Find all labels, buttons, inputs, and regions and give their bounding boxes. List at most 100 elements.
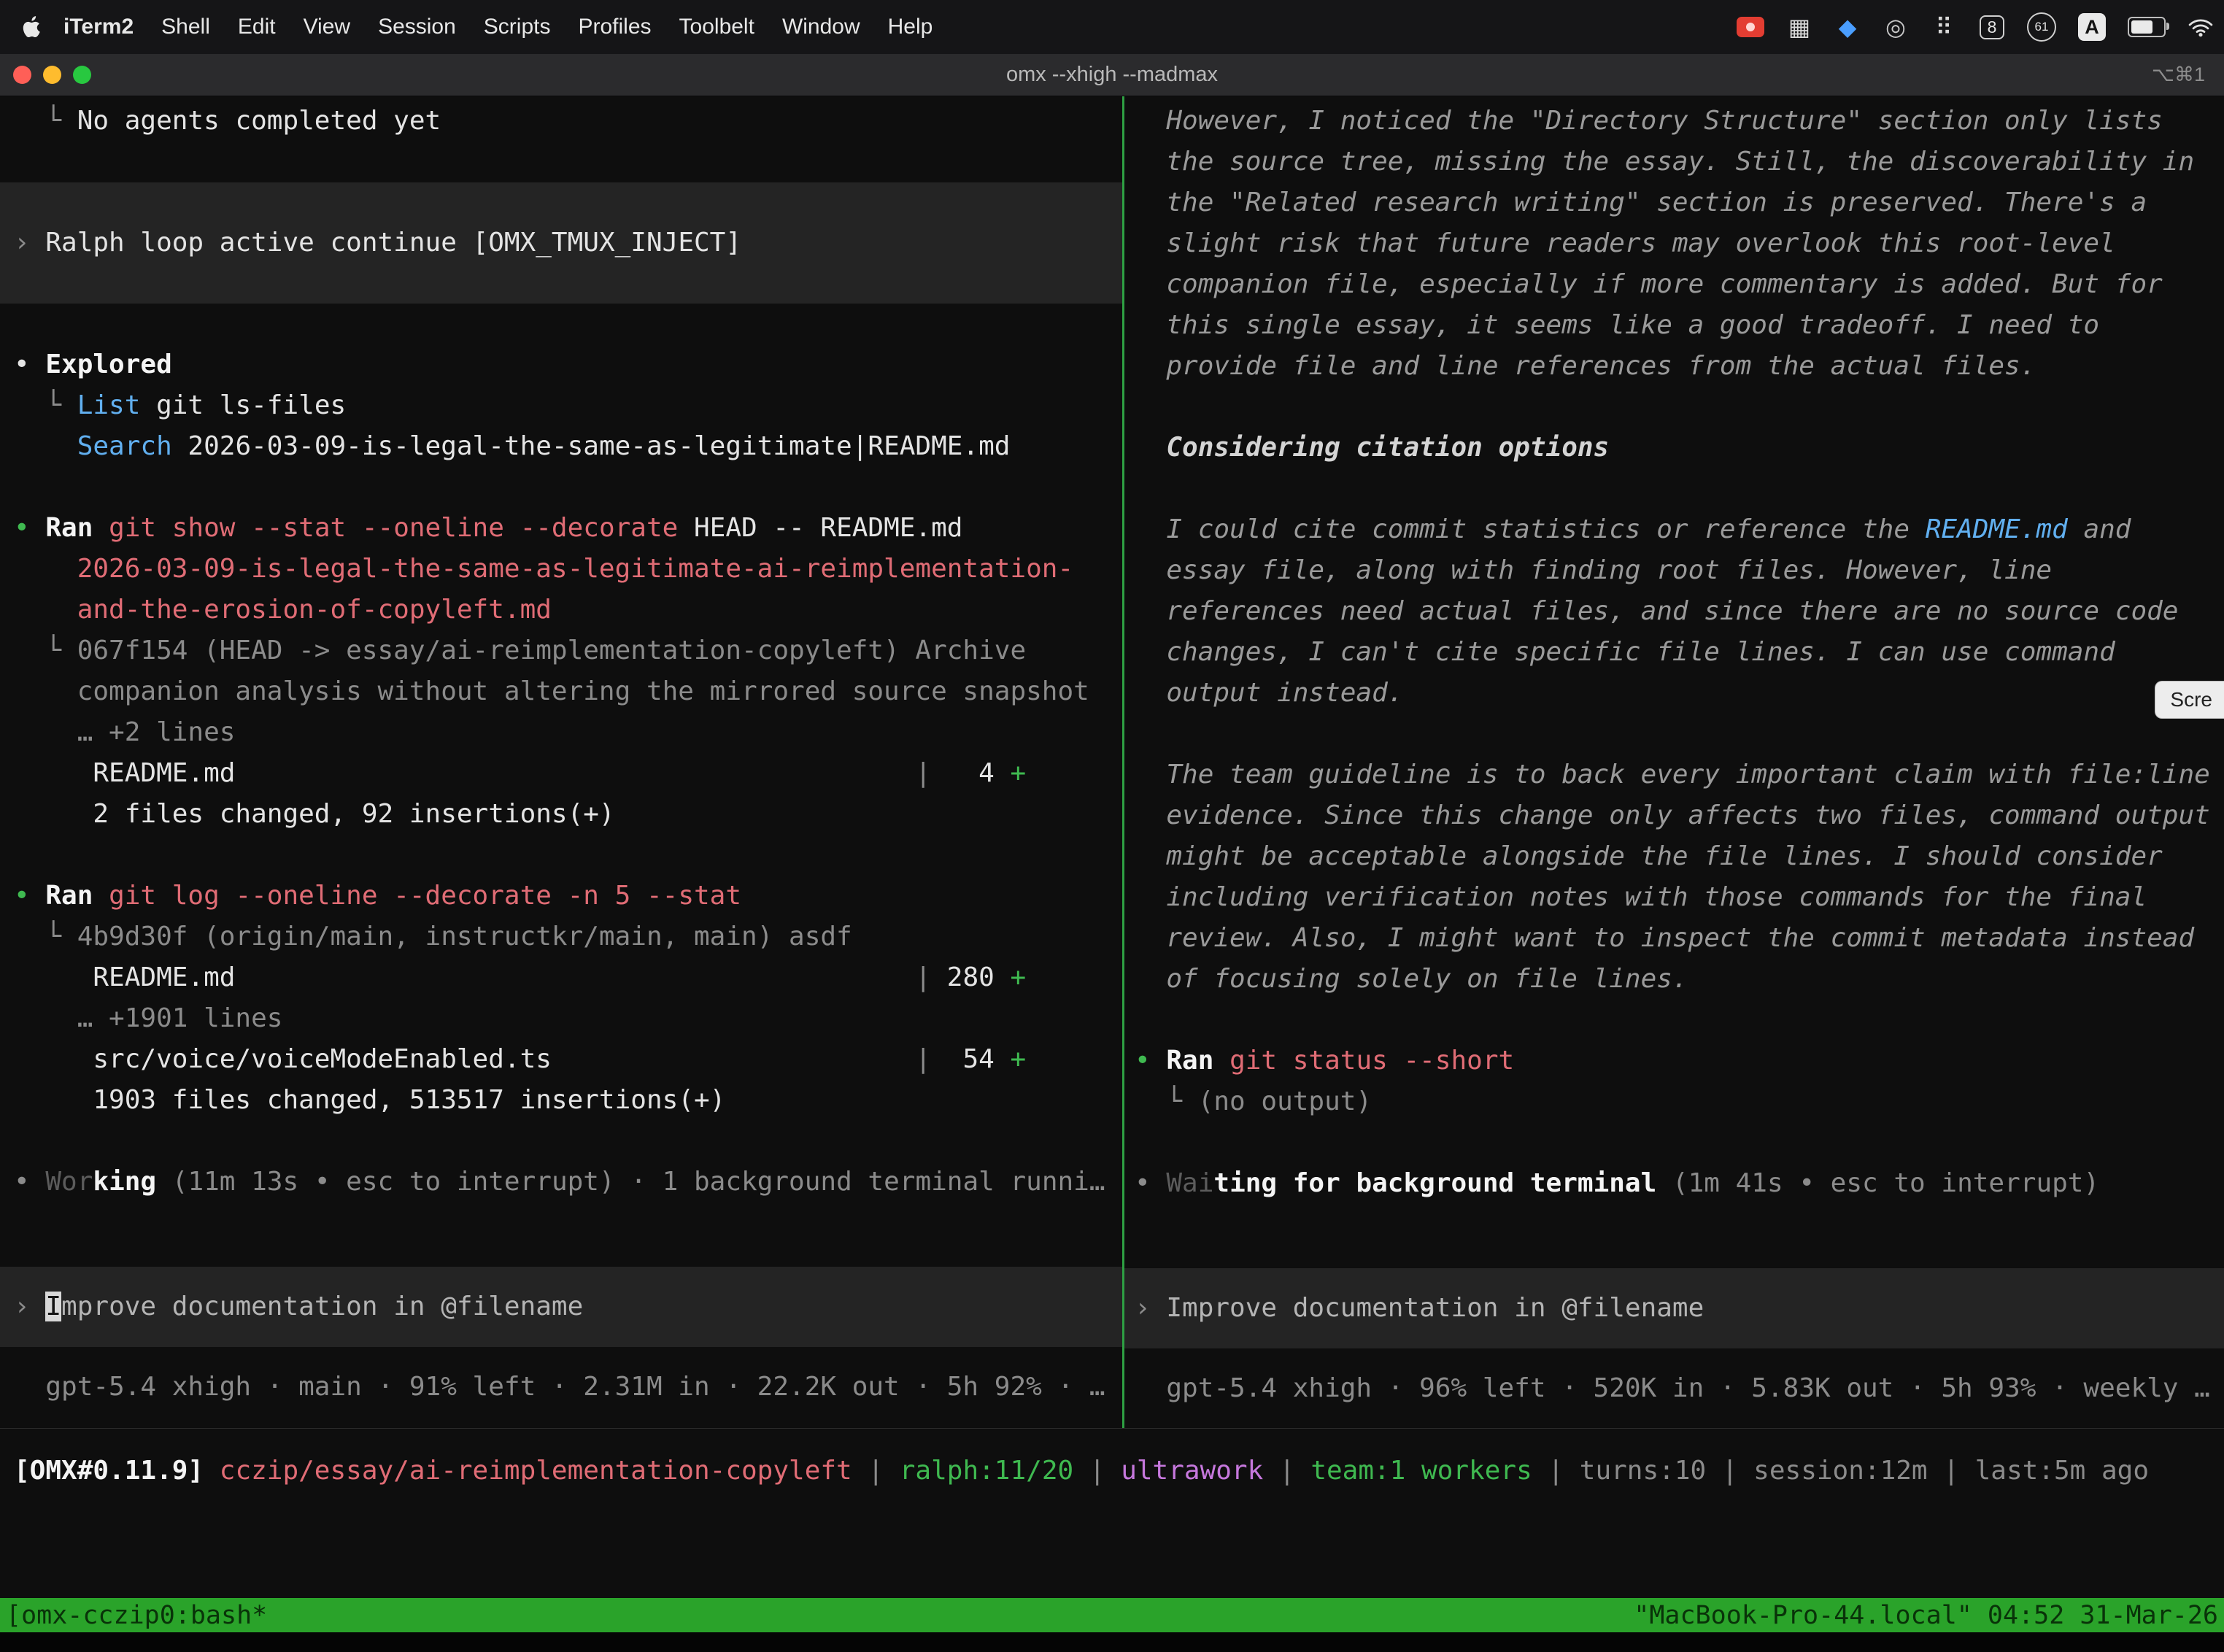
screen-recording-icon[interactable] (1737, 10, 1764, 44)
terminal-line: └ List git ls-files (0, 385, 1122, 426)
window-title-bar: omx --xhigh --madmax ⌥⌘1 (0, 54, 2224, 96)
terminal-line: Search 2026-03-09-is-legal-the-same-as-l… (0, 426, 1122, 467)
battery-percent-badge[interactable]: 61 (2027, 10, 2056, 44)
tmux-host-clock: "MacBook-Pro-44.local" 04:52 31-Mar-26 (1634, 1601, 2218, 1630)
menu-item-session[interactable]: Session (364, 0, 470, 54)
right-pane-log: However, I noticed the "Directory Struct… (1124, 101, 2224, 1204)
ralph-loop-banner: › Ralph loop active continue [OMX_TMUX_I… (0, 182, 1122, 304)
terminal-line: this single essay, it seems like a good … (1124, 305, 2224, 346)
wifi-icon[interactable] (2188, 10, 2214, 44)
terminal-line (0, 835, 1122, 876)
terminal-line (1124, 468, 2224, 509)
terminal-line: 1903 files changed, 513517 insertions(+) (0, 1080, 1122, 1121)
terminal-line: … +2 lines (0, 712, 1122, 753)
menu-item-list: ShellEditViewSessionScriptsProfilesToolb… (147, 0, 946, 54)
terminal-line: [OMX#0.11.9] cczip/essay/ai-reimplementa… (0, 1451, 2224, 1491)
terminal-line: … +1901 lines (0, 998, 1122, 1039)
prompt-input-right[interactable]: › Improve documentation in @filename (1124, 1268, 2224, 1348)
apple-menu-icon[interactable] (19, 12, 44, 42)
terminal-line: However, I noticed the "Directory Struct… (1124, 101, 2224, 142)
terminal-line: › Improve documentation in @filename (1124, 1288, 2224, 1329)
menu-item-scripts[interactable]: Scripts (470, 0, 565, 54)
window-title: omx --xhigh --madmax (0, 63, 2224, 87)
menu-item-toolbelt[interactable]: Toolbelt (665, 0, 768, 54)
terminal-line: • Waiting for background terminal (1m 41… (1124, 1163, 2224, 1204)
terminal-line: • Ran git show --stat --oneline --decora… (0, 508, 1122, 549)
terminal-line: └ 067f154 (HEAD -> essay/ai-reimplementa… (0, 630, 1122, 671)
menu-item-edit[interactable]: Edit (224, 0, 290, 54)
terminal-line: evidence. Since this change only affects… (1124, 795, 2224, 836)
terminal-pane-right[interactable]: However, I noticed the "Directory Struct… (1124, 96, 2224, 1428)
terminal-line: README.md | 4 + (0, 753, 1122, 794)
terminal-line: gpt-5.4 xhigh · 96% left · 520K in · 5.8… (1124, 1368, 2224, 1409)
keyboard-layout-icon[interactable]: A (2078, 10, 2106, 44)
omx-status-bar: [OMX#0.11.9] cczip/essay/ai-reimplementa… (0, 1428, 2224, 1598)
terminal-area: └ No agents completed yet › Ralph loop a… (0, 96, 2224, 1428)
terminal-line: › Ralph loop active continue [OMX_TMUX_I… (0, 223, 1122, 263)
left-pane-status-line: gpt-5.4 xhigh · main · 91% left · 2.31M … (0, 1367, 1122, 1408)
terminal-line: review. Also, I might want to inspect th… (1124, 918, 2224, 959)
terminal-line (0, 1121, 1122, 1162)
terminal-line: └ (no output) (1124, 1081, 2224, 1122)
terminal-line: and-the-erosion-of-copyleft.md (0, 590, 1122, 630)
terminal-line: of focusing solely on file lines. (1124, 959, 2224, 1000)
terminal-line: the "Related research writing" section i… (1124, 182, 2224, 223)
tmux-session-label: [omx-cczip0:bash* (6, 1601, 267, 1630)
terminal-line: Considering citation options (1124, 428, 2224, 468)
menu-item-window[interactable]: Window (768, 0, 874, 54)
terminal-line (1124, 1122, 2224, 1163)
terminal-line: README.md | 280 + (0, 957, 1122, 998)
terminal-line: references need actual files, and since … (1124, 591, 2224, 632)
terminal-line: companion analysis without altering the … (0, 671, 1122, 712)
terminal-line: • Explored (0, 344, 1122, 385)
app-icon-dark[interactable]: ◎ (1883, 10, 1909, 44)
terminal-line: 2 files changed, 92 insertions(+) (0, 794, 1122, 835)
terminal-line (1124, 1000, 2224, 1041)
menu-item-profiles[interactable]: Profiles (564, 0, 665, 54)
terminal-pane-left[interactable]: └ No agents completed yet › Ralph loop a… (0, 96, 1122, 1428)
terminal-line: └ 4b9d30f (origin/main, instructkr/main,… (0, 916, 1122, 957)
menu-item-shell[interactable]: Shell (147, 0, 224, 54)
terminal-line: › Improve documentation in @filename (0, 1286, 1122, 1327)
terminal-line: companion file, especially if more comme… (1124, 264, 2224, 305)
screenshot-preview-overlay[interactable]: Scre (2155, 681, 2224, 719)
terminal-line (0, 467, 1122, 508)
menu-items: iTerm2 (50, 0, 147, 54)
terminal-line: essay file, along with finding root file… (1124, 550, 2224, 591)
left-pane-pre: └ No agents completed yet (0, 101, 1122, 142)
terminal-line: • Ran git log --oneline --decorate -n 5 … (0, 876, 1122, 916)
terminal-line: gpt-5.4 xhigh · main · 91% left · 2.31M … (0, 1367, 1122, 1408)
terminal-line: src/voice/voiceModeEnabled.ts | 54 + (0, 1039, 1122, 1080)
bottom-gutter (0, 1632, 2224, 1652)
menubar-status-icons: ▦ ◆ ◎ ⠿ 8 61 A (1737, 0, 2214, 54)
window-shortcut-badge: ⌥⌘1 (2152, 63, 2205, 86)
right-pane-status-line: gpt-5.4 xhigh · 96% left · 520K in · 5.8… (1124, 1368, 2224, 1409)
dots-grid-icon[interactable]: ⠿ (1931, 10, 1957, 44)
grid-icon[interactable]: ▦ (1786, 10, 1812, 44)
key-badge-icon[interactable]: 8 (1979, 10, 2005, 44)
menu-item-app[interactable]: iTerm2 (50, 0, 147, 54)
terminal-line (1124, 714, 2224, 754)
battery-icon[interactable] (2128, 10, 2166, 44)
terminal-line (1124, 387, 2224, 428)
menu-item-view[interactable]: View (290, 0, 364, 54)
terminal-line: slight risk that future readers may over… (1124, 223, 2224, 264)
terminal-line: changes, I can't cite specific file line… (1124, 632, 2224, 673)
terminal-line: └ No agents completed yet (0, 101, 1122, 142)
terminal-line: provide file and line references from th… (1124, 346, 2224, 387)
terminal-line: might be acceptable alongside the file l… (1124, 836, 2224, 877)
terminal-line: output instead. (1124, 673, 2224, 714)
terminal-line: including verification notes with those … (1124, 877, 2224, 918)
tmux-status-bar: [omx-cczip0:bash* "MacBook-Pro-44.local"… (0, 1598, 2224, 1632)
prompt-input-left[interactable]: › Improve documentation in @filename (0, 1267, 1122, 1347)
terminal-line: the source tree, missing the essay. Stil… (1124, 142, 2224, 182)
terminal-line: The team guideline is to back every impo… (1124, 754, 2224, 795)
app-icon-blue[interactable]: ◆ (1834, 10, 1861, 44)
menu-item-help[interactable]: Help (874, 0, 947, 54)
screenshot-preview-label: Scre (2170, 688, 2212, 711)
left-pane-log: • Explored └ List git ls-files Search 20… (0, 344, 1122, 1203)
terminal-line: • Working (11m 13s • esc to interrupt) ·… (0, 1162, 1122, 1203)
menu-bar: iTerm2 ShellEditViewSessionScriptsProfil… (0, 0, 2224, 54)
terminal-line: • Ran git status --short (1124, 1041, 2224, 1081)
terminal-line: I could cite commit statistics or refere… (1124, 509, 2224, 550)
